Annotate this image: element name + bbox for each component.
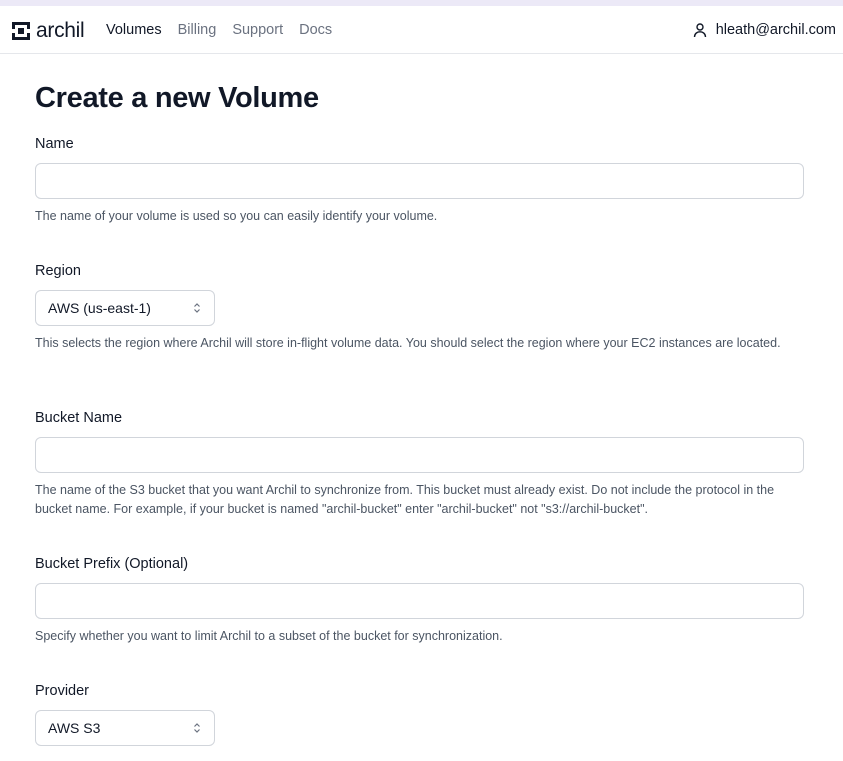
name-help-text: The name of your volume is used so you c…	[35, 209, 438, 223]
user-icon	[693, 23, 706, 38]
chevron-up-down-icon	[194, 723, 200, 733]
main-nav: Volumes Billing Support Docs	[106, 6, 348, 54]
nav-item-volumes[interactable]: Volumes	[106, 22, 162, 38]
name-label: Name	[35, 136, 74, 152]
bucket-name-help-text: The name of the S3 bucket that you want …	[35, 483, 775, 516]
region-select[interactable]: AWS (us-east-1)	[35, 290, 215, 326]
nav-item-billing[interactable]: Billing	[178, 22, 217, 38]
region-help-text: This selects the region where Archil wil…	[35, 336, 781, 350]
nav-item-docs[interactable]: Docs	[299, 22, 332, 38]
bucket-name-label: Bucket Name	[35, 410, 123, 426]
user-menu[interactable]: hleath@archil.com	[692, 6, 836, 54]
user-email: hleath@archil.com	[715, 22, 836, 38]
top-navbar: archil Volumes Billing Support Docs hlea…	[0, 6, 843, 54]
bucket-prefix-input[interactable]	[35, 583, 804, 619]
bucket-prefix-help-text: Specify whether you want to limit Archil…	[35, 629, 503, 643]
archil-logo-icon	[12, 22, 30, 40]
chevron-up-down-icon	[194, 303, 200, 313]
logo-text: archil	[36, 19, 85, 42]
nav-item-support[interactable]: Support	[232, 22, 283, 38]
name-input[interactable]	[35, 163, 804, 199]
provider-selected-value: AWS S3	[48, 720, 101, 736]
provider-label: Provider	[35, 683, 89, 699]
bucket-prefix-label: Bucket Prefix (Optional)	[35, 556, 189, 572]
logo[interactable]: archil	[11, 19, 85, 42]
provider-select[interactable]: AWS S3	[35, 710, 215, 746]
bucket-name-input[interactable]	[35, 437, 804, 473]
page-title: Create a new Volume	[35, 82, 319, 114]
region-label: Region	[35, 263, 81, 279]
region-selected-value: AWS (us-east-1)	[48, 300, 151, 316]
